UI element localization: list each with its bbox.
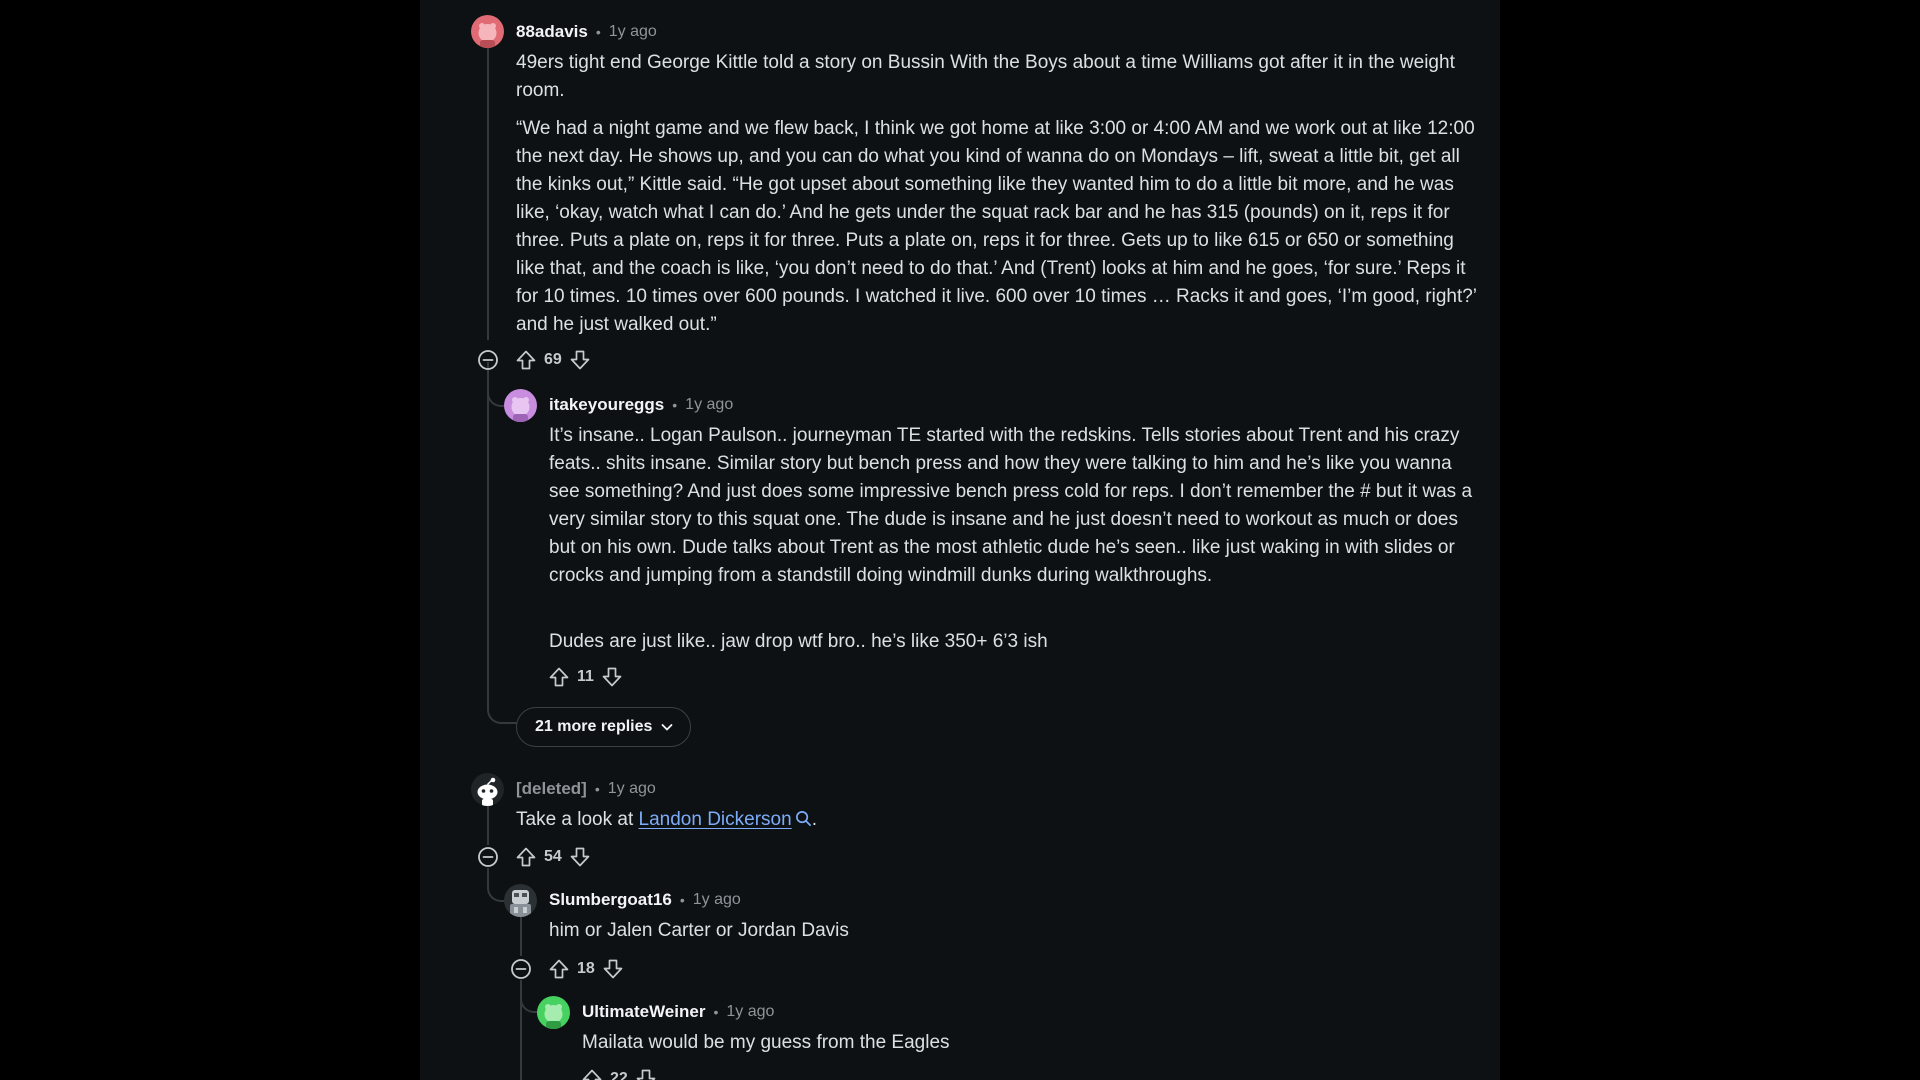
upvote-button[interactable] — [579, 1066, 605, 1080]
avatar-snoo-icon — [471, 15, 504, 48]
more-replies-label: 21 more replies — [535, 718, 653, 735]
meta-separator: • — [595, 24, 601, 40]
comment-body-paragraph: Take a look at Landon Dickerson. — [516, 806, 1481, 834]
upvote-button[interactable] — [546, 956, 572, 982]
avatar-snoo-icon — [504, 389, 537, 422]
downvote-button[interactable] — [633, 1066, 659, 1080]
comment-body-paragraph: Dudes are just like.. jaw drop wtf bro..… — [549, 631, 1048, 652]
meta-separator: • — [713, 1004, 719, 1020]
upvote-button[interactable] — [546, 664, 572, 690]
comment-meta: 88adavis • 1y ago — [516, 20, 657, 44]
downvote-button[interactable] — [599, 664, 625, 690]
avatar-snoo-icon — [537, 996, 570, 1029]
upvote-icon — [516, 350, 536, 370]
downvote-icon — [570, 847, 590, 867]
meta-separator: • — [679, 892, 685, 908]
comment-text: Take a look at — [516, 809, 639, 830]
avatar[interactable] — [504, 884, 537, 917]
search-link[interactable]: Landon Dickerson — [639, 809, 812, 830]
avatar-snoo-icon — [504, 884, 537, 917]
vote-score: 22 — [610, 1070, 628, 1080]
comment-meta: [deleted] • 1y ago — [516, 777, 656, 801]
upvote-button[interactable] — [513, 844, 539, 870]
comment-author[interactable]: UltimateWeiner — [582, 1002, 705, 1022]
upvote-button[interactable] — [513, 347, 539, 373]
collapse-thread-button[interactable] — [510, 958, 532, 980]
deleted-user-snoo-icon — [471, 773, 504, 806]
vote-bar: 22 — [579, 1066, 659, 1080]
vote-score: 11 — [577, 668, 594, 685]
search-icon — [795, 811, 811, 826]
upvote-icon — [549, 959, 569, 979]
more-replies-button[interactable]: 21 more replies — [516, 707, 692, 747]
downvote-icon — [602, 667, 622, 687]
vote-bar: 54 — [513, 844, 593, 870]
comment-meta: itakeyoureggs • 1y ago — [549, 393, 733, 417]
comment-author[interactable]: 88adavis — [516, 22, 588, 42]
downvote-icon — [570, 350, 590, 370]
comment-author[interactable]: itakeyoureggs — [549, 395, 664, 415]
upvote-icon — [516, 847, 536, 867]
meta-separator: • — [594, 781, 600, 797]
meta-separator: • — [672, 397, 678, 413]
comment-body-paragraph: It’s insane.. Logan Paulson.. journeyman… — [549, 425, 1473, 586]
downvote-button[interactable] — [600, 956, 626, 982]
avatar[interactable] — [471, 15, 504, 48]
comment-timestamp[interactable]: 1y ago — [608, 780, 656, 798]
thread-line-88adavis-top[interactable] — [487, 48, 489, 340]
comment-body-paragraph: “We had a night game and we flew back, I… — [516, 118, 1477, 335]
comment-author[interactable]: Slumbergoat16 — [549, 890, 672, 910]
comment-body-paragraph: 49ers tight end George Kittle told a sto… — [516, 52, 1455, 101]
upvote-icon — [582, 1069, 602, 1080]
vote-bar: 18 — [546, 956, 626, 982]
comment-timestamp[interactable]: 1y ago — [693, 891, 741, 909]
collapse-thread-button[interactable] — [477, 349, 499, 371]
vote-score: 18 — [577, 960, 595, 977]
collapse-thread-icon — [478, 847, 498, 867]
comment-timestamp[interactable]: 1y ago — [609, 23, 657, 41]
downvote-icon — [603, 959, 623, 979]
downvote-icon — [636, 1069, 656, 1080]
comment-author: [deleted] — [516, 779, 587, 798]
collapse-thread-button[interactable] — [477, 846, 499, 868]
avatar[interactable] — [537, 996, 570, 1029]
vote-score: 54 — [544, 848, 562, 865]
comment-body-paragraph: Mailata would be my guess from the Eagle… — [582, 1032, 950, 1053]
comment-text: . — [811, 809, 817, 830]
avatar[interactable] — [504, 389, 537, 422]
comment-thread: 88adavis • 1y ago 49ers tight end George… — [420, 0, 1500, 1080]
collapse-thread-icon — [511, 959, 531, 979]
downvote-button[interactable] — [567, 844, 593, 870]
thread-connector-88adavis-more — [487, 380, 521, 724]
chevron-down-icon — [662, 724, 673, 731]
comment-meta: Slumbergoat16 • 1y ago — [549, 888, 741, 912]
vote-bar: 11 — [546, 664, 625, 690]
downvote-button[interactable] — [567, 347, 593, 373]
vote-bar: 69 — [513, 347, 593, 373]
collapse-thread-icon — [478, 350, 498, 370]
comment-body-paragraph: him or Jalen Carter or Jordan Davis — [549, 920, 849, 941]
comment-timestamp[interactable]: 1y ago — [726, 1003, 774, 1021]
upvote-icon — [549, 667, 569, 687]
vote-score: 69 — [544, 351, 562, 368]
comment-meta: UltimateWeiner • 1y ago — [582, 1000, 774, 1024]
avatar[interactable] — [471, 773, 504, 806]
comment-timestamp[interactable]: 1y ago — [685, 396, 733, 414]
